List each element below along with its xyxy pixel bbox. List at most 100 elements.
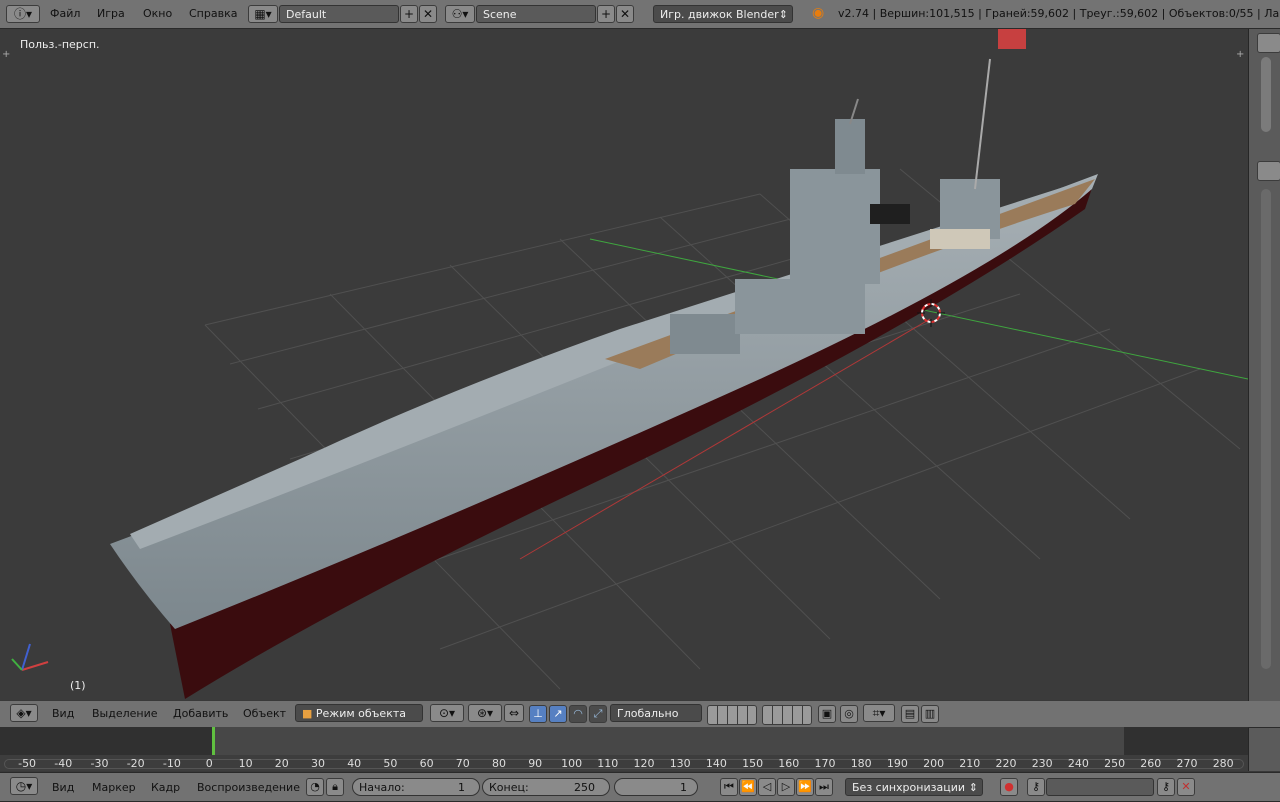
lock-layers-button[interactable]: ▣ <box>818 705 836 723</box>
menu-frame[interactable]: Кадр <box>151 781 180 794</box>
timeline-tick-label: -50 <box>18 757 37 770</box>
transform-orientation-select[interactable]: Глобально <box>610 704 702 722</box>
editor-type-info-button[interactable]: ⓘ▾ <box>6 5 40 23</box>
camera-icon: ▤ <box>904 707 916 720</box>
delete-keyframe-button[interactable]: ✕ <box>1177 778 1195 796</box>
sync-mode-select[interactable]: Без синхронизации ⇕ <box>845 778 983 796</box>
cube-icon: ◈▾ <box>16 706 32 720</box>
blender-logo-icon: ◉ <box>812 5 825 21</box>
menu-timeline-view[interactable]: Вид <box>52 781 74 794</box>
properties-scrollbar[interactable] <box>1261 189 1271 669</box>
jump-keyframe-forward-button[interactable]: ⏩ <box>796 778 814 796</box>
current-frame-value: 1 <box>680 781 687 794</box>
scale-icon: ⤢ <box>593 707 603 720</box>
properties-toggle[interactable]: + <box>1236 49 1244 60</box>
jump-start-button[interactable]: ⏮ <box>720 778 738 796</box>
lock-frame-button[interactable]: 🔒︎ <box>326 778 344 796</box>
proportional-edit-button[interactable]: ◎ <box>840 705 858 723</box>
menu-add[interactable]: Добавить <box>173 707 228 720</box>
clock-icon: ◷▾ <box>15 779 33 793</box>
pivot-point-button[interactable]: ⊛▾ <box>468 704 502 722</box>
start-frame-label: Начало: <box>359 781 405 794</box>
delete-layout-button[interactable]: ✕ <box>419 5 437 23</box>
scale-manipulator-button[interactable]: ⤢ <box>589 705 607 723</box>
timeline-tick-label: 250 <box>1104 757 1126 770</box>
timeline-tick-label: 230 <box>1031 757 1053 770</box>
screen-layout-button[interactable]: ▦▾ <box>248 5 278 23</box>
3d-viewport[interactable]: Польз.-персп. (1) + + <box>0 29 1248 700</box>
timeline-tick-label: 160 <box>778 757 800 770</box>
rotate-icon: ◠ <box>573 707 583 720</box>
timeline-tick-label: 50 <box>383 757 398 770</box>
rotate-manipulator-button[interactable]: ◠ <box>569 705 587 723</box>
play-reverse-button[interactable]: ◁ <box>758 778 776 796</box>
preview-range-button[interactable]: ◔ <box>306 778 324 796</box>
menu-file[interactable]: Файл <box>50 7 80 20</box>
end-frame-value: 250 <box>574 781 595 794</box>
orientation-label: Глобально <box>617 707 679 720</box>
timeline-pre-range <box>0 727 212 755</box>
translate-manipulator-button[interactable]: ⊥ <box>529 705 547 723</box>
manipulator-toggle[interactable]: ⇔ <box>504 704 524 722</box>
properties-editor-button[interactable] <box>1257 161 1280 181</box>
play-button[interactable]: ▷ <box>777 778 795 796</box>
menu-object[interactable]: Объект <box>243 707 286 720</box>
bridge-base <box>735 279 865 334</box>
render-engine-select[interactable]: Игр. движок Blender ⇕ <box>653 5 793 23</box>
end-frame-field[interactable]: Конец: 250 <box>482 778 610 796</box>
render-opengl-button[interactable]: ▤ <box>901 705 919 723</box>
proportional-icon: ◎ <box>844 707 854 720</box>
outliner-editor-button[interactable] <box>1257 33 1280 53</box>
timeline-scrollbar[interactable] <box>4 759 1244 769</box>
snap-element-button[interactable]: ⌗▾ <box>863 704 895 722</box>
add-scene-button[interactable]: + <box>597 5 615 23</box>
menu-playback[interactable]: Воспроизведение <box>197 781 300 794</box>
info-header: ⓘ▾ Файл Игра Окно Справка ▦▾ Default + ✕… <box>0 0 1280 29</box>
menu-window[interactable]: Окно <box>143 7 172 20</box>
view-perspective-label: Польз.-персп. <box>20 38 100 51</box>
keying-set-button[interactable]: ⚷ <box>1027 778 1045 796</box>
current-frame-field[interactable]: 1 <box>614 778 698 796</box>
clapper-icon: ▥ <box>924 707 936 720</box>
layout-name-field[interactable]: Default <box>279 5 399 23</box>
keying-set-field[interactable] <box>1046 778 1154 796</box>
menu-marker[interactable]: Маркер <box>92 781 136 794</box>
delete-scene-button[interactable]: ✕ <box>616 5 634 23</box>
timeline-tick-label: 70 <box>455 757 470 770</box>
editor-type-timeline-button[interactable]: ◷▾ <box>10 777 38 795</box>
timeline-tick-label: 80 <box>492 757 506 770</box>
scene-name-field[interactable]: Scene <box>476 5 596 23</box>
timeline-tick-label: 90 <box>528 757 543 770</box>
menu-game[interactable]: Игра <box>97 7 125 20</box>
viewport-header: ◈▾ Вид Выделение Добавить Объект ■ Режим… <box>0 701 1280 728</box>
mode-select[interactable]: ■ Режим объекта <box>295 704 423 722</box>
add-layout-button[interactable]: + <box>400 5 418 23</box>
timeline-tick-label: 200 <box>923 757 945 770</box>
timeline-tick-label: 130 <box>669 757 691 770</box>
jump-keyframe-back-button[interactable]: ⏪ <box>739 778 757 796</box>
scene-selector-button[interactable]: ⚇▾ <box>445 5 475 23</box>
mode-label: Режим объекта <box>315 707 406 720</box>
info-icon: ⓘ▾ <box>13 7 33 21</box>
record-button[interactable]: ● <box>1000 778 1018 796</box>
render-animation-button[interactable]: ▥ <box>921 705 939 723</box>
menu-help[interactable]: Справка <box>189 7 237 20</box>
key-icon: ⚷ <box>1161 780 1171 793</box>
layer-buttons-right[interactable] <box>762 705 812 725</box>
insert-keyframe-button[interactable]: ⚷ <box>1157 778 1175 796</box>
jump-end-button[interactable]: ⏭ <box>815 778 833 796</box>
menu-view[interactable]: Вид <box>52 707 74 720</box>
menu-select[interactable]: Выделение <box>92 707 158 720</box>
timeline-tick-label: 180 <box>850 757 872 770</box>
toolshelf-toggle[interactable]: + <box>2 49 10 60</box>
current-frame-indicator[interactable] <box>212 727 215 755</box>
boats <box>930 229 990 249</box>
timeline-tick-label: 150 <box>742 757 764 770</box>
translate-arrow-button[interactable]: ↗ <box>549 705 567 723</box>
viewport-shading-button[interactable]: ⊙▾ <box>430 704 464 722</box>
outliner-scrollbar[interactable] <box>1261 57 1271 132</box>
timeline-area[interactable]: -50 -40 -30 -20 -10 0 10 20 30 40 50 60 70 80 90 100 110… <box>0 727 1248 771</box>
start-frame-field[interactable]: Начало: 1 <box>352 778 480 796</box>
layer-buttons-left[interactable] <box>707 705 757 725</box>
editor-type-3d-button[interactable]: ◈▾ <box>10 704 38 722</box>
